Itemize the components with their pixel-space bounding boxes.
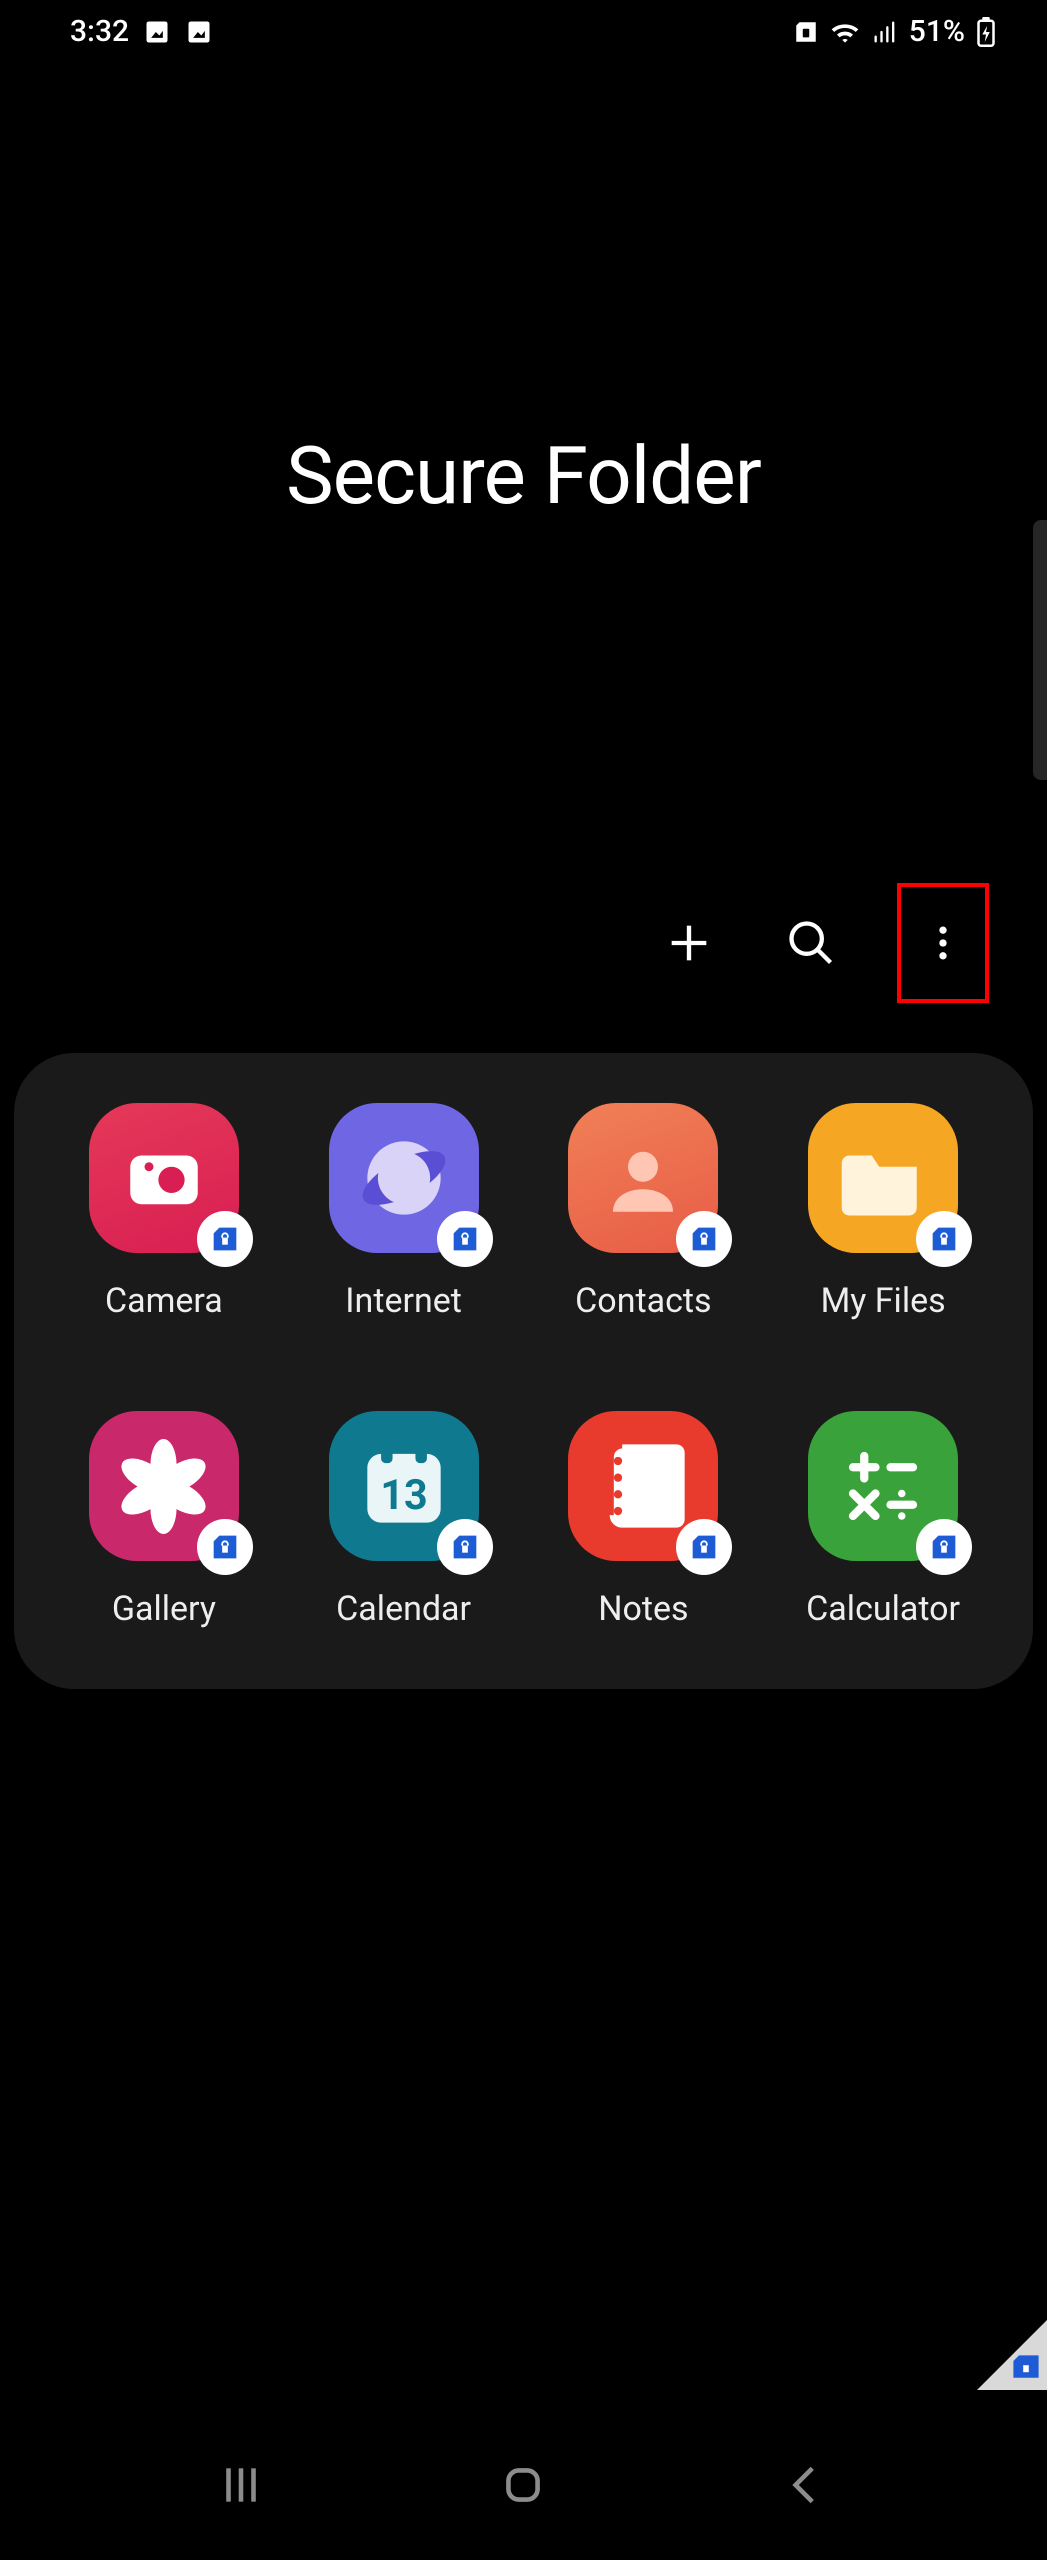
app-grid: Camera Internet — [44, 1103, 1003, 1629]
page-title: Secure Folder — [0, 429, 1047, 523]
app-internet[interactable]: Internet — [284, 1103, 524, 1321]
add-button[interactable] — [653, 907, 725, 979]
secure-fold-icon — [1009, 2354, 1043, 2386]
lock-badge-icon — [197, 1211, 253, 1267]
app-label: Calculator — [806, 1589, 960, 1629]
highlight-box — [897, 883, 989, 1003]
app-my-files[interactable]: My Files — [763, 1103, 1003, 1321]
back-button[interactable] — [766, 2445, 846, 2525]
home-button[interactable] — [483, 2445, 563, 2525]
lock-badge-icon — [197, 1519, 253, 1575]
lock-badge-icon — [676, 1519, 732, 1575]
app-camera[interactable]: Camera — [44, 1103, 284, 1321]
app-label: Internet — [345, 1281, 462, 1321]
status-time: 3:32 — [70, 14, 129, 49]
status-bar: 3:32 51% — [0, 0, 1047, 59]
app-gallery[interactable]: Gallery — [44, 1411, 284, 1629]
signal-icon — [871, 18, 899, 46]
svg-text:13: 13 — [380, 1472, 427, 1520]
app-label: Calendar — [336, 1589, 471, 1629]
image-icon — [185, 18, 213, 46]
app-notes[interactable]: Notes — [524, 1411, 764, 1629]
app-label: Contacts — [575, 1281, 711, 1321]
app-label: My Files — [821, 1281, 946, 1321]
image-icon — [143, 18, 171, 46]
toolbar — [0, 883, 1047, 1003]
lock-badge-icon — [437, 1519, 493, 1575]
wifi-icon — [829, 16, 861, 48]
app-label: Camera — [105, 1281, 223, 1321]
lock-badge-icon — [916, 1519, 972, 1575]
app-label: Notes — [598, 1589, 688, 1629]
search-button[interactable] — [775, 907, 847, 979]
battery-icon — [975, 17, 997, 47]
navigation-bar — [0, 2410, 1047, 2560]
lock-badge-icon — [437, 1211, 493, 1267]
app-panel: Camera Internet — [14, 1053, 1033, 1689]
lock-badge-icon — [916, 1211, 972, 1267]
recents-button[interactable] — [201, 2445, 281, 2525]
lock-badge-icon — [676, 1211, 732, 1267]
app-calculator[interactable]: Calculator — [763, 1411, 1003, 1629]
app-contacts[interactable]: Contacts — [524, 1103, 764, 1321]
scroll-indicator — [1033, 520, 1047, 780]
app-calendar[interactable]: 13 Calendar — [284, 1411, 524, 1629]
battery-text: 51% — [909, 14, 965, 49]
secure-folder-indicator-icon — [793, 19, 819, 45]
more-options-button[interactable] — [907, 907, 979, 979]
app-label: Gallery — [112, 1589, 216, 1629]
